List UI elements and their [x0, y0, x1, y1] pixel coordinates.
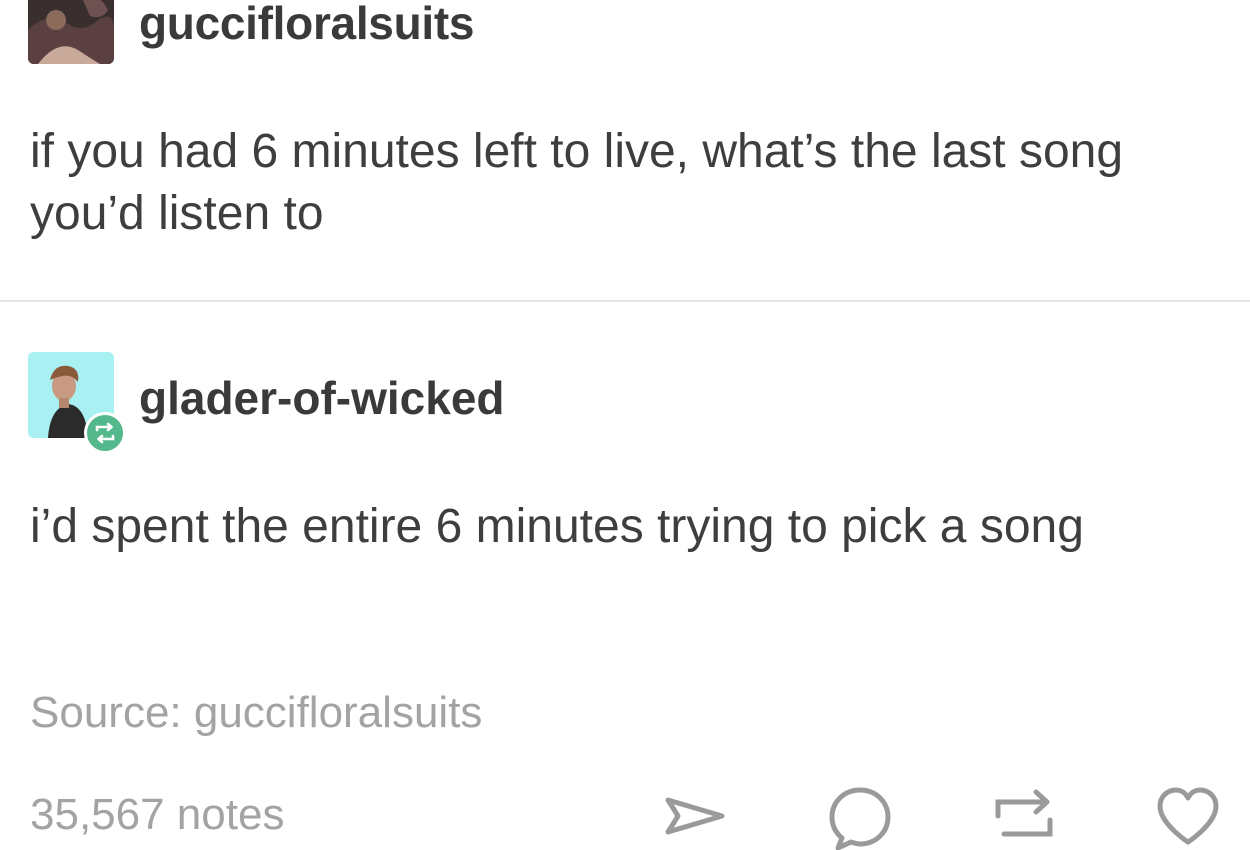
like-icon[interactable] — [1154, 782, 1222, 850]
share-icon[interactable] — [662, 782, 730, 850]
notes-count[interactable]: 35,567 notes — [30, 787, 284, 843]
avatar-image — [28, 0, 114, 64]
reblog-badge-icon — [84, 412, 126, 454]
reblog-icon[interactable] — [990, 782, 1058, 850]
reply-icon[interactable] — [826, 782, 894, 850]
source-link[interactable]: Source: guccifloralsuits — [30, 685, 482, 741]
reblog-text: i’d spent the entire 6 minutes trying to… — [30, 500, 1084, 553]
divider — [0, 300, 1250, 302]
post-username[interactable]: guccifloralsuits — [139, 0, 474, 46]
avatar[interactable] — [28, 0, 114, 64]
reblog-username[interactable]: glader-of-wicked — [139, 373, 505, 423]
reblog-avatar-group[interactable] — [28, 352, 130, 454]
post-text: if you had 6 minutes left to live, what’… — [30, 125, 1124, 240]
